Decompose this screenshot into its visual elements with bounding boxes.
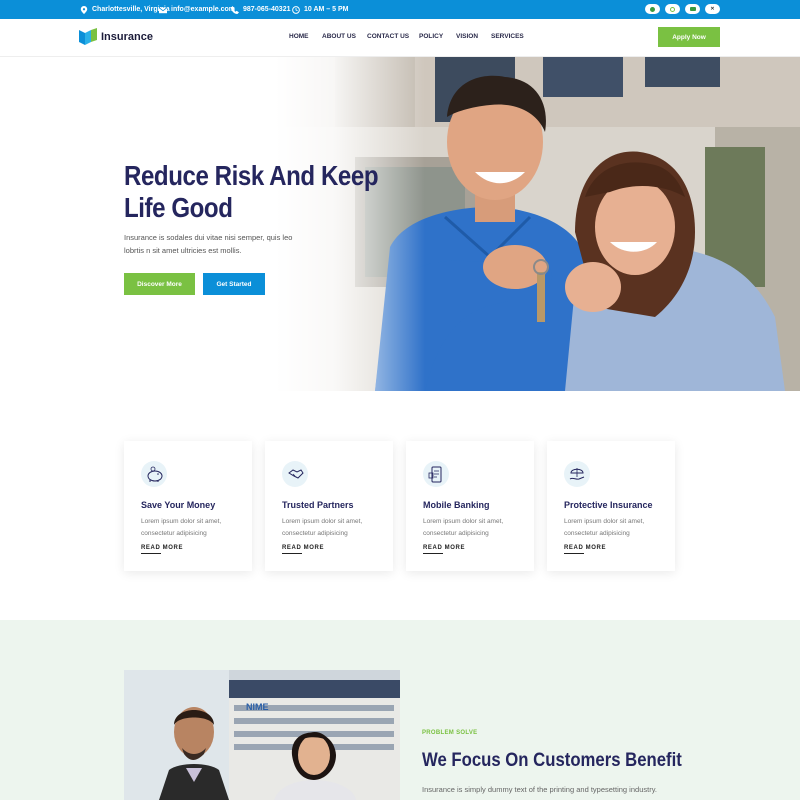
site-logo[interactable]: Insurance <box>79 28 153 45</box>
card-text: Lorem ipsum dolor sit amet, consectetur … <box>141 516 249 540</box>
phone-icon <box>231 5 239 14</box>
map-pin-icon <box>80 5 88 14</box>
card-title: Save Your Money <box>141 500 216 510</box>
hero-title-line-2: Life Good <box>124 192 233 223</box>
logo-mark-icon <box>79 28 97 45</box>
card-text: Lorem ipsum dolor sit amet, consectetur … <box>564 516 672 540</box>
read-more-underline <box>141 553 161 554</box>
piggy-bank-icon <box>141 461 167 487</box>
handshake-icon <box>282 461 308 487</box>
x-icon: ✕ <box>710 5 715 12</box>
card-text-line-2: consectetur adipisicing <box>282 530 348 537</box>
read-more-link[interactable]: READ MORE <box>141 545 183 551</box>
location-info: Charlottesville, Virginia <box>80 0 170 19</box>
social-instagram[interactable] <box>665 4 680 14</box>
get-started-button[interactable]: Get Started <box>203 273 265 295</box>
main-navigation: Insurance HOME ABOUT US CONTACT US POLIC… <box>0 19 800 57</box>
instagram-icon <box>670 6 675 12</box>
hero-description: Insurance is sodales dui vitae nisi semp… <box>124 231 304 257</box>
hero-title-line-1: Reduce Risk And Keep <box>124 160 379 191</box>
apply-now-button[interactable]: Apply Now <box>658 27 720 47</box>
hours-info: 10 AM – 5 PM <box>292 0 348 19</box>
feature-card-protective-insurance[interactable]: Protective Insurance Lorem ipsum dolor s… <box>547 441 675 571</box>
card-text-line-2: consectetur adipisicing <box>141 530 207 537</box>
feature-card-mobile-banking[interactable]: Mobile Banking Lorem ipsum dolor sit ame… <box>406 441 534 571</box>
youtube-icon <box>689 7 696 11</box>
card-title: Trusted Partners <box>282 500 354 510</box>
about-photo: NIME <box>124 670 400 800</box>
card-text-line-2: consectetur adipisicing <box>564 530 630 537</box>
card-text-line-1: Lorem ipsum dolor sit amet, <box>423 518 504 525</box>
hero-title: Reduce Risk And Keep Life Good <box>124 160 379 224</box>
card-text: Lorem ipsum dolor sit amet, consectetur … <box>423 516 531 540</box>
nav-contact-us[interactable]: CONTACT US <box>367 33 409 40</box>
hero-description-line-2: lobrtis n sit amet ultricies est mollis. <box>124 246 242 255</box>
logo-text: Insurance <box>101 30 153 43</box>
read-more-underline <box>564 553 584 554</box>
hours-text: 10 AM – 5 PM <box>304 6 349 13</box>
hand-umbrella-icon <box>564 461 590 487</box>
building-sign-text: NIME <box>246 702 269 712</box>
nav-home[interactable]: HOME <box>289 33 309 40</box>
card-text-line-2: consectetur adipisicing <box>423 530 489 537</box>
clock-icon <box>292 5 300 14</box>
feature-card-save-money[interactable]: Save Your Money Lorem ipsum dolor sit am… <box>124 441 252 571</box>
discover-more-button[interactable]: Discover More <box>124 273 195 295</box>
social-x[interactable]: ✕ <box>705 4 720 14</box>
nav-services[interactable]: SERVICES <box>491 33 524 40</box>
envelope-icon <box>159 6 167 13</box>
email-text[interactable]: info@example.com <box>171 6 235 13</box>
email-info[interactable]: info@example.com <box>159 0 235 19</box>
social-youtube[interactable] <box>685 4 700 14</box>
read-more-link[interactable]: READ MORE <box>282 545 324 551</box>
read-more-underline <box>282 553 302 554</box>
card-text: Lorem ipsum dolor sit amet, consectetur … <box>282 516 390 540</box>
card-title: Mobile Banking <box>423 500 490 510</box>
about-title: We Focus On Customers Benefit <box>422 750 682 771</box>
card-text-line-1: Lorem ipsum dolor sit amet, <box>564 518 645 525</box>
nav-about-us[interactable]: ABOUT US <box>322 33 356 40</box>
social-facebook[interactable] <box>645 4 660 14</box>
nav-vision[interactable]: VISION <box>456 33 478 40</box>
card-title: Protective Insurance <box>564 500 653 510</box>
read-more-link[interactable]: READ MORE <box>423 545 465 551</box>
read-more-underline <box>423 553 443 554</box>
facebook-icon <box>650 6 655 12</box>
hero-description-line-1: Insurance is sodales dui vitae nisi semp… <box>124 233 293 242</box>
phone-text[interactable]: 987-065-40321 <box>243 6 291 13</box>
phone-info[interactable]: 987-065-40321 <box>231 0 291 19</box>
about-text: Insurance is simply dummy text of the pr… <box>422 785 657 794</box>
read-more-link[interactable]: READ MORE <box>564 545 606 551</box>
nav-policy[interactable]: POLICY <box>419 33 443 40</box>
about-section: NIME PROBLEM SOLVE We Focus On Customers… <box>0 620 800 800</box>
card-text-line-1: Lorem ipsum dolor sit amet, <box>141 518 222 525</box>
hero-fade-overlay <box>275 57 425 391</box>
section-tag: PROBLEM SOLVE <box>422 730 478 736</box>
hero-section: Reduce Risk And Keep Life Good Insurance… <box>0 57 800 391</box>
card-text-line-1: Lorem ipsum dolor sit amet, <box>282 518 363 525</box>
mobile-bank-icon <box>423 461 449 487</box>
feature-card-trusted-partners[interactable]: Trusted Partners Lorem ipsum dolor sit a… <box>265 441 393 571</box>
top-info-bar: Charlottesville, Virginia info@example.c… <box>0 0 800 19</box>
